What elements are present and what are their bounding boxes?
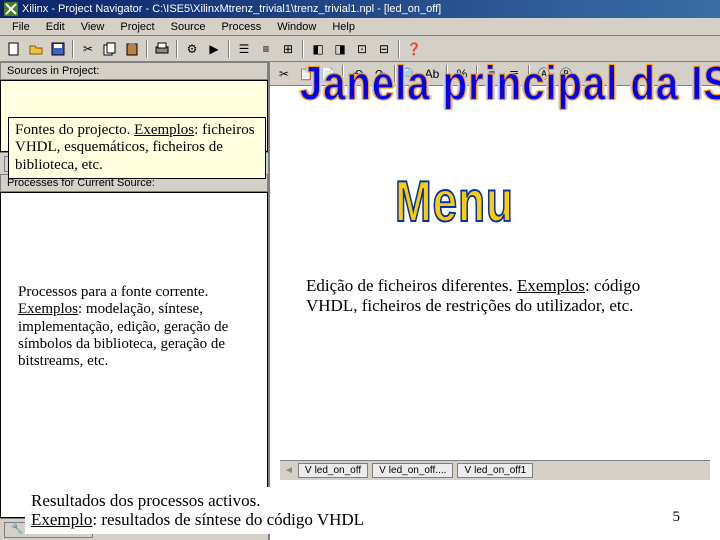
app-icon	[4, 2, 18, 16]
toolbar-separator	[176, 40, 178, 58]
vhdl-icon: V	[305, 465, 312, 476]
paste-icon[interactable]	[122, 39, 142, 59]
sources-header: Sources in Project:	[0, 62, 268, 80]
tool-icon[interactable]: ⚙	[182, 39, 202, 59]
cut-icon[interactable]: ✂	[78, 39, 98, 59]
print-icon[interactable]	[152, 39, 172, 59]
titlebar-text: Xilinx - Project Navigator - C:\ISE5\Xil…	[22, 3, 441, 15]
editor-tab[interactable]: Vled_on_off1	[457, 463, 533, 478]
editor-tabs-row: ◄ Vled_on_off Vled_on_off.... Vled_on_of…	[280, 460, 710, 480]
copy-icon[interactable]	[100, 39, 120, 59]
slide-number: 5	[673, 509, 681, 526]
annotation-sources: Fontes do projecto. Exemplos: ficheiros …	[8, 117, 266, 179]
toolbar-separator	[72, 40, 74, 58]
titlebar: Xilinx - Project Navigator - C:\ISE5\Xil…	[0, 0, 720, 18]
tool-icon[interactable]: ▶	[204, 39, 224, 59]
toolbar-separator	[302, 40, 304, 58]
new-icon[interactable]	[4, 39, 24, 59]
menu-project[interactable]: Project	[112, 20, 162, 34]
tool-icon[interactable]: ◨	[330, 39, 350, 59]
editor-tool-icon[interactable]: ✂	[274, 64, 294, 84]
wordart-title: Janela principal da ISE	[300, 58, 720, 112]
toolbar-separator	[146, 40, 148, 58]
tool-icon[interactable]: ⊞	[278, 39, 298, 59]
tool-icon[interactable]: ⊡	[352, 39, 372, 59]
open-icon[interactable]	[26, 39, 46, 59]
tool-icon[interactable]: ☰	[234, 39, 254, 59]
menu-file[interactable]: File	[4, 20, 38, 34]
process-icon: 🔧	[11, 524, 23, 536]
editor-tab[interactable]: Vled_on_off	[298, 463, 368, 478]
save-icon[interactable]	[48, 39, 68, 59]
menu-source[interactable]: Source	[163, 20, 214, 34]
annotation-status: Resultados dos processos activos.Exemplo…	[25, 487, 585, 534]
vhdl-icon: V	[464, 465, 471, 476]
annotation-processes: Processos para a fonte corrente. Exemplo…	[12, 280, 262, 374]
menu-view[interactable]: View	[73, 20, 113, 34]
wordart-menu: Menu	[395, 171, 514, 236]
toolbar-separator	[228, 40, 230, 58]
editor-tab[interactable]: Vled_on_off....	[372, 463, 453, 478]
menu-window[interactable]: Window	[269, 20, 324, 34]
menu-edit[interactable]: Edit	[38, 20, 73, 34]
tool-icon[interactable]: ❓	[404, 39, 424, 59]
menubar: File Edit View Project Source Process Wi…	[0, 18, 720, 36]
annotation-editor: Edição de ficheiros diferentes. Exemplos…	[300, 272, 680, 319]
tool-icon[interactable]: ◧	[308, 39, 328, 59]
tool-icon[interactable]: ≡	[256, 39, 276, 59]
tool-icon[interactable]: ⊟	[374, 39, 394, 59]
menu-help[interactable]: Help	[324, 20, 363, 34]
menu-process[interactable]: Process	[213, 20, 269, 34]
toolbar-separator	[398, 40, 400, 58]
vhdl-icon: V	[379, 465, 386, 476]
